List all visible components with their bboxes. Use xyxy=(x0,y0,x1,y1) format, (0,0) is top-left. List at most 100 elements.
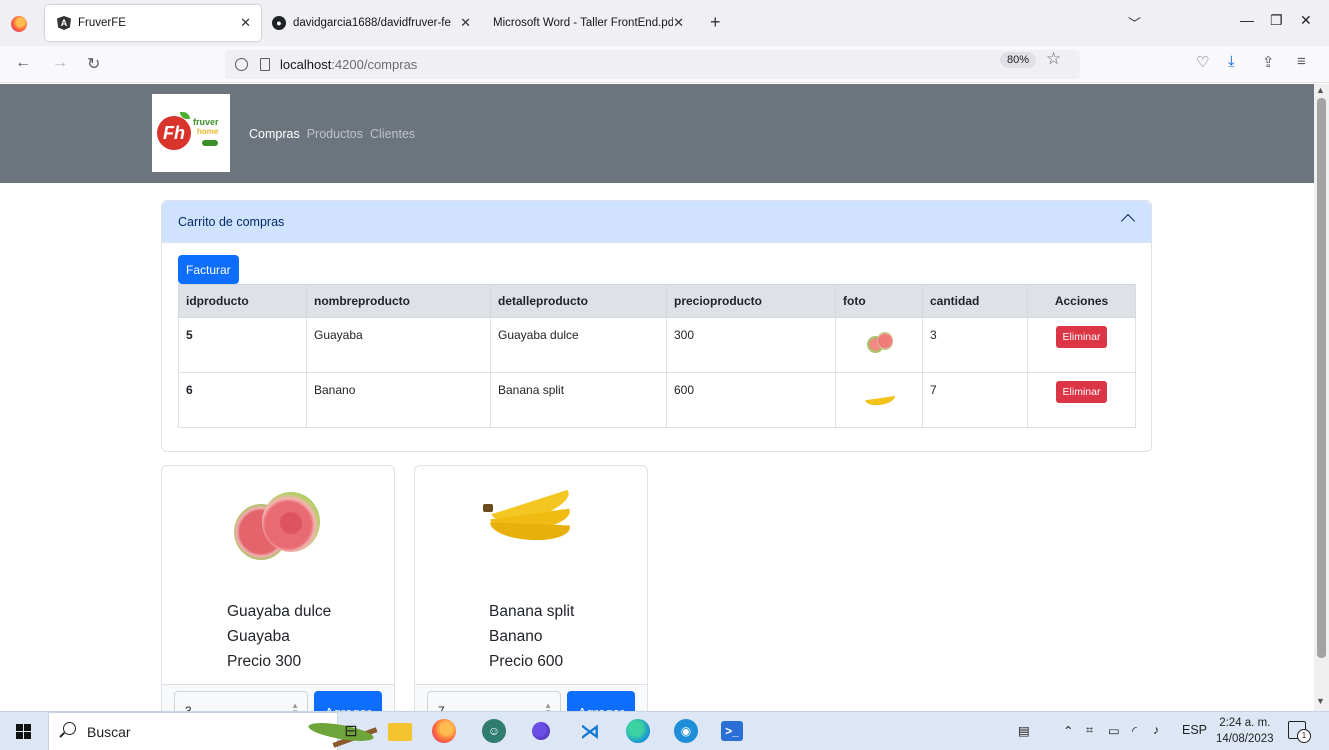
cell-idproducto: 5 xyxy=(178,317,307,373)
close-tab-icon[interactable]: ✕ xyxy=(673,15,684,31)
firefox-menu-icon[interactable] xyxy=(11,16,27,32)
facturar-button[interactable]: Facturar xyxy=(178,255,239,284)
scroll-down-icon[interactable]: ▼ xyxy=(1316,696,1325,706)
guava-image xyxy=(222,486,332,566)
github-icon: ● xyxy=(272,16,286,30)
close-tab-icon[interactable]: ✕ xyxy=(240,15,251,31)
cell-precioproducto: 300 xyxy=(666,317,836,373)
cart-table: idproducto nombreproducto detalleproduct… xyxy=(178,284,1136,428)
new-tab-icon[interactable]: + xyxy=(710,12,721,33)
task-view-icon[interactable]: ⊟ xyxy=(339,719,363,743)
product-card-footer: 7 ▲▼ Agregar xyxy=(415,684,647,711)
reload-icon[interactable]: ↻ xyxy=(87,54,100,74)
spinner-arrows-icon[interactable]: ▲▼ xyxy=(544,702,552,712)
teams-meet-icon[interactable]: ⌗ xyxy=(1086,723,1093,738)
close-window-icon[interactable]: ✕ xyxy=(1300,12,1312,29)
table-header-row: idproducto nombreproducto detalleproduct… xyxy=(178,284,1136,318)
cart-accordion: Carrito de compras Facturar idproducto n… xyxy=(161,200,1152,452)
nav-clientes[interactable]: Clientes xyxy=(370,127,415,141)
minimize-icon[interactable]: — xyxy=(1240,12,1254,28)
chat-app-icon[interactable]: ☺ xyxy=(482,719,506,743)
table-row: 5 Guayaba Guayaba dulce 300 3 Eliminar xyxy=(178,317,1136,373)
volume-icon[interactable]: ♪ xyxy=(1153,723,1159,737)
forward-icon[interactable]: → xyxy=(52,54,68,72)
cell-idproducto: 6 xyxy=(178,372,307,428)
scroll-up-icon[interactable]: ▲ xyxy=(1316,85,1325,95)
main-nav: Compras Productos Clientes xyxy=(249,127,415,141)
table-row: 6 Banano Banana split 600 7 Eliminar xyxy=(178,372,1136,428)
app-moon-icon[interactable] xyxy=(532,722,550,740)
tab-fruverfe[interactable]: A FruverFE ✕ xyxy=(45,5,261,41)
page-info-icon[interactable] xyxy=(260,58,270,71)
azure-data-studio-icon[interactable]: ◉ xyxy=(674,719,698,743)
quantity-input[interactable]: 3 ▲▼ xyxy=(174,691,308,711)
hamburger-menu-icon[interactable]: ≡ xyxy=(1297,53,1306,70)
show-hidden-icons-chevron[interactable]: ⌃ xyxy=(1063,723,1073,738)
eliminar-button[interactable]: Eliminar xyxy=(1055,381,1108,403)
cart-accordion-header[interactable]: Carrito de compras xyxy=(162,201,1151,243)
powershell-icon[interactable]: >_ xyxy=(721,721,743,741)
search-icon xyxy=(63,722,76,735)
product-name: Guayaba xyxy=(227,628,290,645)
wifi-icon[interactable]: ◜ xyxy=(1132,723,1137,738)
address-bar[interactable]: localhost:4200/compras xyxy=(225,50,1080,79)
tab-github[interactable]: ● davidgarcia1688/davidfruver-fe ✕ xyxy=(270,5,475,41)
browser-nav-bar: ← → ↻ localhost:4200/compras 80% ☆ ♡ ⤓ ⇪… xyxy=(0,46,1329,83)
eliminar-button[interactable]: Eliminar xyxy=(1055,326,1108,348)
cart-title: Carrito de compras xyxy=(178,215,285,229)
cell-acciones: Eliminar xyxy=(1027,317,1136,373)
tab-word-pdf[interactable]: Microsoft Word - Taller FrontEnd.pd ✕ xyxy=(490,5,690,41)
bookmark-star-icon[interactable]: ☆ xyxy=(1046,49,1061,69)
restore-icon[interactable]: ❐ xyxy=(1270,12,1283,29)
extensions-icon[interactable]: ⇪ xyxy=(1262,53,1275,71)
file-explorer-icon[interactable] xyxy=(388,723,412,741)
tab-title: Microsoft Word - Taller FrontEnd.pd xyxy=(493,17,673,29)
logo-wordmark: fruver home xyxy=(193,117,219,137)
nav-productos[interactable]: Productos xyxy=(307,127,363,141)
cell-acciones: Eliminar xyxy=(1027,372,1136,428)
fruver-home-logo[interactable]: Fh fruver home xyxy=(152,94,230,172)
banana-shape xyxy=(489,508,571,542)
quantity-value: 3 xyxy=(185,704,192,711)
spinner-arrows-icon[interactable]: ▲▼ xyxy=(291,702,299,712)
chevron-up-icon[interactable] xyxy=(1120,213,1136,229)
downloads-icon[interactable]: ⤓ xyxy=(1228,53,1235,70)
banana-stem xyxy=(483,504,493,512)
col-foto: foto xyxy=(835,284,923,318)
battery-icon[interactable]: ▭ xyxy=(1108,723,1120,738)
back-icon[interactable]: ← xyxy=(15,54,31,72)
product-card-body: Guayaba dulce Guayaba Precio 300 xyxy=(227,599,331,674)
agregar-button[interactable]: Agregar xyxy=(314,691,382,711)
language-indicator[interactable]: ESP xyxy=(1182,723,1207,737)
agregar-button[interactable]: Agregar xyxy=(567,691,635,711)
cell-cantidad: 3 xyxy=(922,317,1028,373)
close-tab-icon[interactable]: ✕ xyxy=(460,15,471,31)
quantity-value: 7 xyxy=(438,704,445,711)
vscode-icon[interactable]: ⋊ xyxy=(578,719,602,743)
windows-start-icon[interactable] xyxy=(16,724,31,739)
product-card-footer: 3 ▲▼ Agregar xyxy=(162,684,394,711)
taskbar-search[interactable]: Buscar xyxy=(48,712,378,750)
quantity-input[interactable]: 7 ▲▼ xyxy=(427,691,561,711)
pocket-icon[interactable]: ♡ xyxy=(1196,53,1209,71)
cell-detalleproducto: Banana split xyxy=(490,372,667,428)
cell-cantidad: 7 xyxy=(922,372,1028,428)
scrollbar-thumb[interactable] xyxy=(1317,98,1326,658)
guava-seeds xyxy=(280,512,302,534)
page-scrollbar[interactable]: ▲ ▼ xyxy=(1314,84,1329,711)
windows-taskbar: Buscar ⊟ ☺ ⋊ ◉ >_ ▤ ⌃ ⌗ ▭ ◜ ♪ ESP 2:24 a… xyxy=(0,711,1329,750)
firefox-icon[interactable] xyxy=(432,719,456,743)
page-viewport: Fh fruver home Compras Productos Clientes… xyxy=(0,84,1314,711)
list-tabs-chevron-icon[interactable]: ﹀ xyxy=(1128,13,1141,32)
app-header: Fh fruver home Compras Productos Clientes xyxy=(0,84,1314,183)
col-idproducto: idproducto xyxy=(178,284,307,318)
tracking-shield-icon[interactable] xyxy=(235,58,248,71)
cell-nombreproducto: Banano xyxy=(306,372,491,428)
zoom-indicator[interactable]: 80% xyxy=(1000,52,1037,68)
edge-icon[interactable] xyxy=(626,719,650,743)
taskbar-clock[interactable]: 2:24 a. m. 14/08/2023 xyxy=(1216,715,1274,747)
news-widget-icon[interactable]: ▤ xyxy=(1018,723,1030,738)
nav-compras[interactable]: Compras xyxy=(249,127,300,141)
product-detail: Banana split xyxy=(489,603,575,620)
tab-title: FruverFE xyxy=(78,17,126,29)
